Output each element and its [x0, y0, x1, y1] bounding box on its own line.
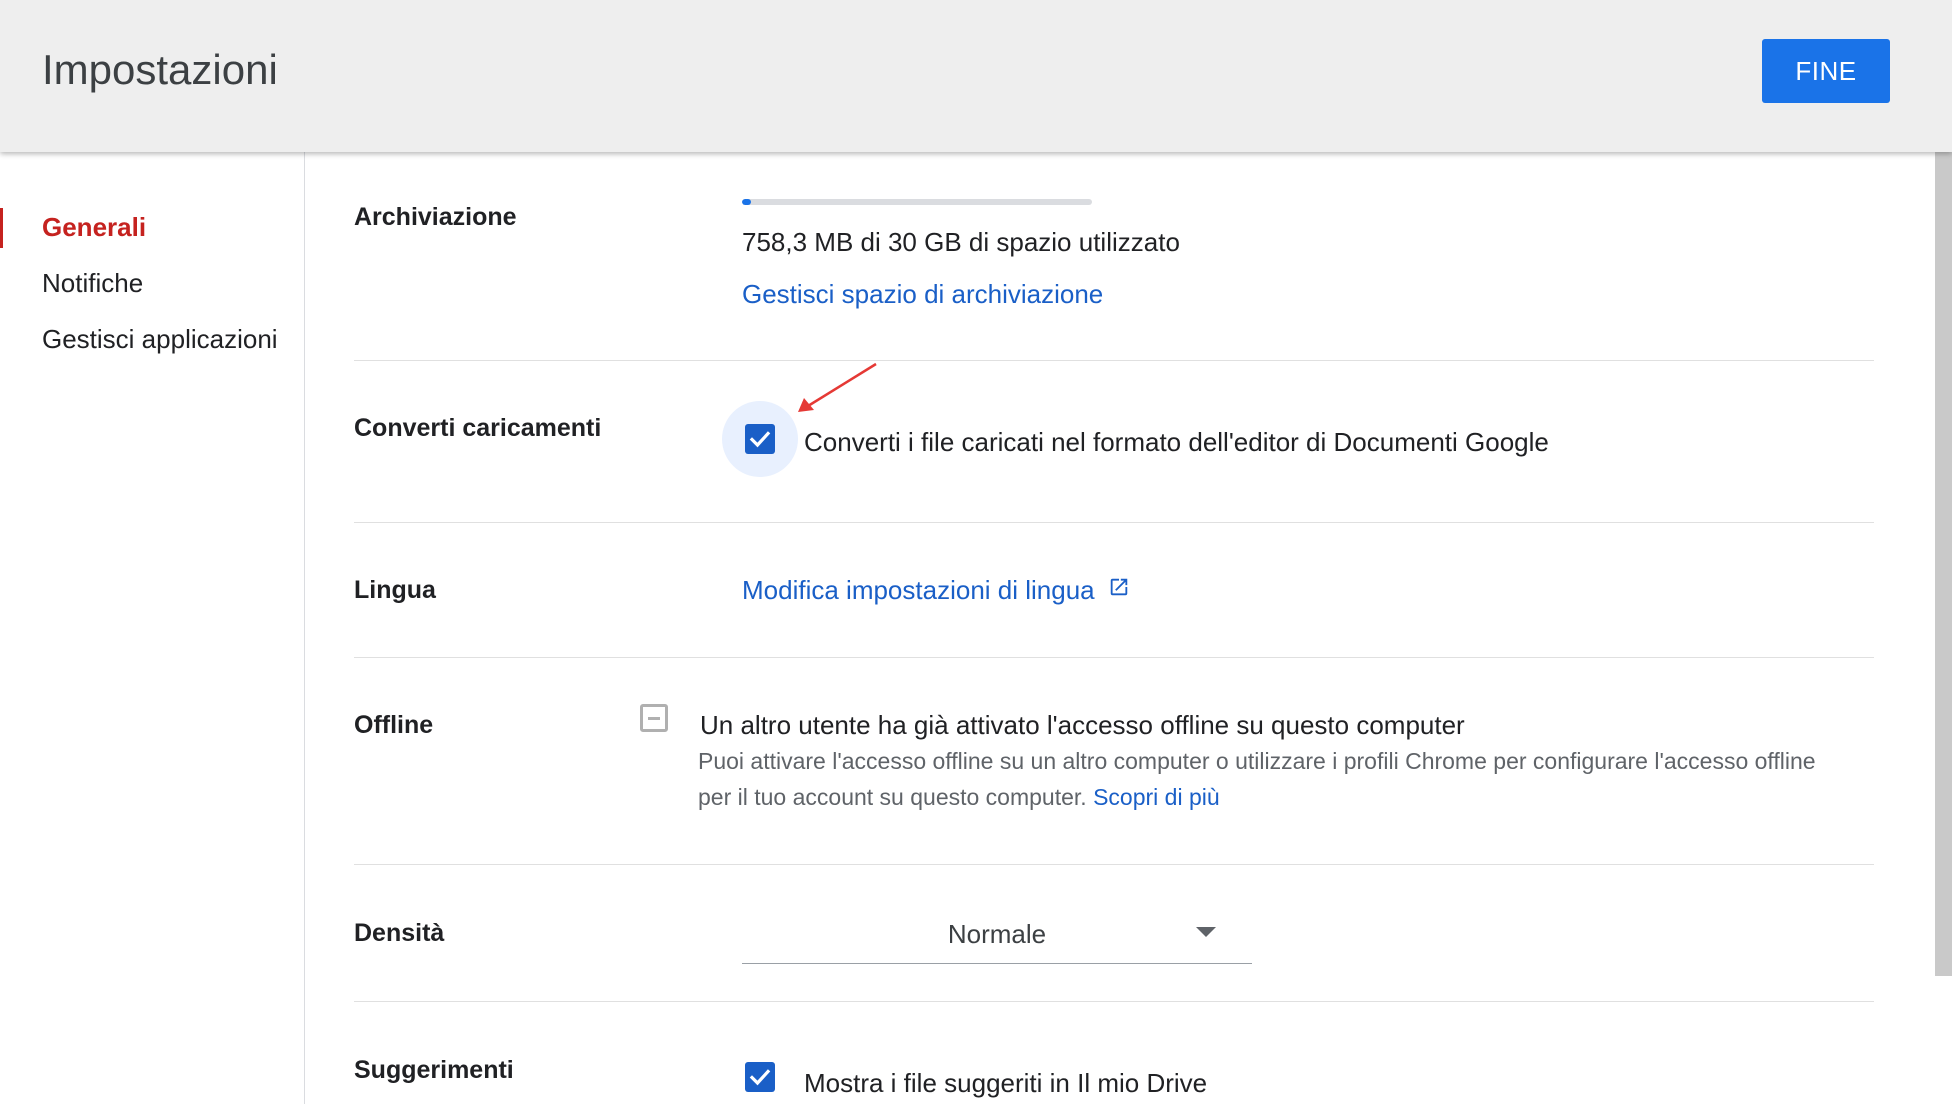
manage-storage-link[interactable]: Gestisci spazio di archiviazione — [742, 279, 1103, 310]
storage-usage-fill — [742, 199, 751, 205]
density-select[interactable]: Normale — [742, 905, 1252, 964]
offline-title: Un altro utente ha già attivato l'access… — [700, 710, 1465, 740]
density-selected-value: Normale — [947, 919, 1047, 949]
sidebar-item-notifiche[interactable]: Notifiche — [42, 268, 143, 299]
dropdown-arrow-icon — [1196, 927, 1216, 937]
active-nav-indicator — [0, 208, 3, 248]
divider — [354, 657, 1874, 658]
suggestions-section-label: Suggerimenti — [354, 1056, 514, 1084]
check-icon — [749, 431, 771, 448]
storage-section-label: Archiviazione — [354, 203, 517, 231]
scrollbar-thumb[interactable] — [1935, 152, 1952, 976]
language-settings-link-label: Modifica impostazioni di lingua — [742, 575, 1095, 605]
annotation-arrow-icon — [798, 362, 877, 412]
settings-header: Impostazioni FINE — [0, 0, 1952, 152]
suggestions-checkbox[interactable] — [745, 1062, 775, 1092]
convert-uploads-checkbox[interactable] — [745, 424, 775, 454]
offline-section-label: Offline — [354, 711, 434, 739]
sidebar-item-gestisci-applicazioni[interactable]: Gestisci applicazioni — [42, 324, 278, 355]
divider — [354, 864, 1874, 865]
done-button[interactable]: FINE — [1762, 39, 1890, 103]
check-icon — [749, 1069, 771, 1086]
storage-usage-text: 758,3 MB di 30 GB di spazio utilizzato — [742, 227, 1180, 257]
convert-section-label: Converti caricamenti — [354, 414, 602, 442]
page-title: Impostazioni — [42, 46, 278, 93]
divider — [354, 1001, 1874, 1002]
suggestions-text: Mostra i file suggeriti in Il mio Drive — [804, 1068, 1208, 1098]
sidebar-item-generali[interactable]: Generali — [42, 212, 146, 243]
divider — [354, 522, 1874, 523]
offline-checkbox[interactable] — [640, 704, 668, 732]
divider — [354, 360, 1874, 361]
language-section-label: Lingua — [354, 576, 436, 604]
open-in-new-icon — [1110, 578, 1128, 596]
learn-more-link[interactable]: Scopri di più — [1093, 784, 1220, 810]
offline-help-line-2: per il tuo account su questo computer. S… — [698, 784, 1220, 811]
offline-help-line-1: Puoi attivare l'accesso offline su un al… — [698, 748, 1816, 774]
storage-usage-bar — [742, 199, 1092, 205]
convert-uploads-text: Converti i file caricati nel formato del… — [804, 427, 1549, 457]
language-settings-link[interactable]: Modifica impostazioni di lingua — [742, 575, 1130, 606]
settings-sidebar: Generali Notifiche Gestisci applicazioni — [0, 152, 305, 1104]
density-section-label: Densità — [354, 919, 445, 947]
offline-help-text: per il tuo account su questo computer. — [698, 784, 1087, 810]
